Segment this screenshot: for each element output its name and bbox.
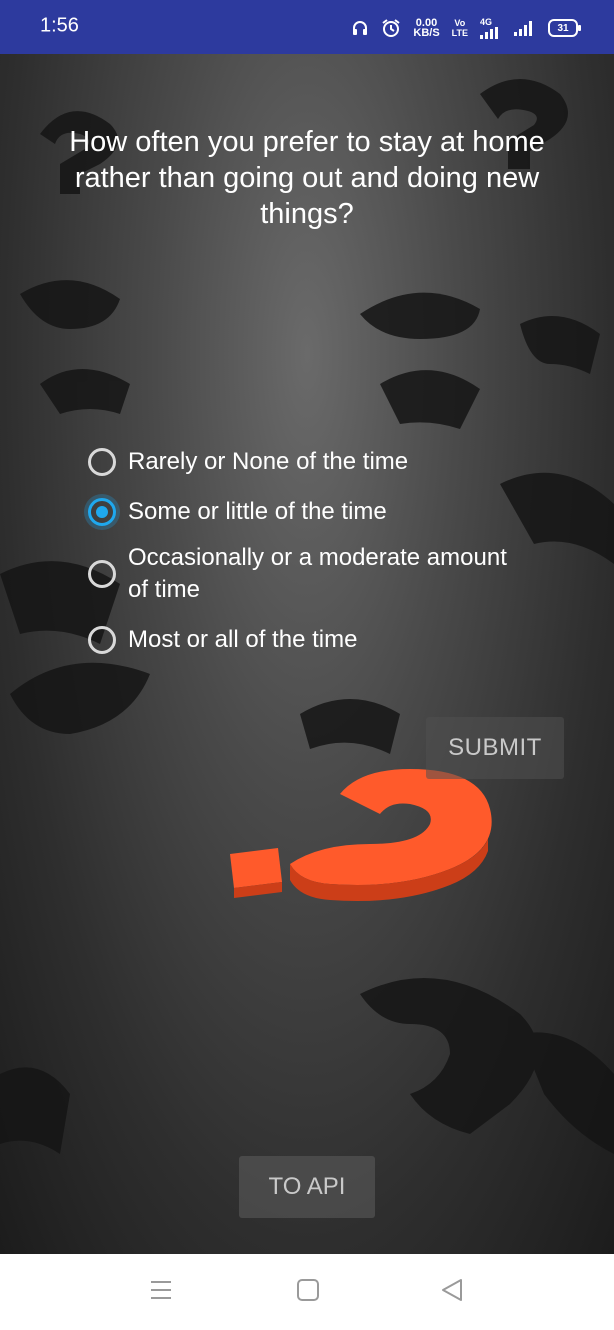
- battery-icon: 31: [548, 19, 581, 37]
- radio-button[interactable]: [88, 626, 116, 654]
- option-most[interactable]: Most or all of the time: [88, 624, 508, 656]
- navigation-bar: [0, 1254, 614, 1330]
- option-label: Some or little of the time: [128, 498, 387, 525]
- status-bar: 1:56 0.00 KB/S Vo LTE 4G 31: [0, 0, 614, 54]
- status-time: 1:56: [40, 14, 79, 37]
- radio-button[interactable]: [88, 560, 116, 588]
- option-label: Occasionally or a moderate amount of tim…: [128, 544, 507, 603]
- headset-icon: [351, 19, 369, 37]
- option-rarely[interactable]: Rarely or None of the time: [88, 446, 508, 478]
- menu-icon[interactable]: [149, 1278, 173, 1307]
- question-text: How often you prefer to stay at home rat…: [69, 126, 545, 230]
- volte-indicator: Vo LTE: [452, 18, 468, 38]
- to-api-button[interactable]: TO API: [239, 1156, 375, 1218]
- back-triangle-icon[interactable]: [440, 1278, 464, 1307]
- alarm-icon: [381, 18, 401, 38]
- signal-icon: [514, 20, 536, 36]
- radio-button[interactable]: [88, 448, 116, 476]
- status-icons: 0.00 KB/S Vo LTE 4G 31: [351, 14, 581, 42]
- volte-top: Vo: [454, 18, 466, 28]
- radio-button-selected[interactable]: [88, 498, 116, 526]
- option-label: Most or all of the time: [128, 626, 358, 653]
- network-type: 4G: [480, 16, 493, 27]
- home-square-icon[interactable]: [296, 1278, 320, 1307]
- submit-button[interactable]: SUBMIT: [426, 717, 564, 779]
- signal-icon: 4G: [480, 16, 502, 39]
- net-speed: 0.00 KB/S: [413, 18, 440, 39]
- net-speed-unit: KB/S: [413, 27, 440, 39]
- option-some[interactable]: Some or little of the time: [88, 496, 508, 528]
- volte-bottom: LTE: [451, 28, 468, 38]
- quiz-screen: How often you prefer to stay at home rat…: [0, 54, 614, 1254]
- answer-radio-group: Rarely or None of the time Some or littl…: [88, 446, 508, 674]
- option-label: Rarely or None of the time: [128, 448, 409, 475]
- option-occasionally[interactable]: Occasionally or a moderate amount of tim…: [88, 542, 508, 606]
